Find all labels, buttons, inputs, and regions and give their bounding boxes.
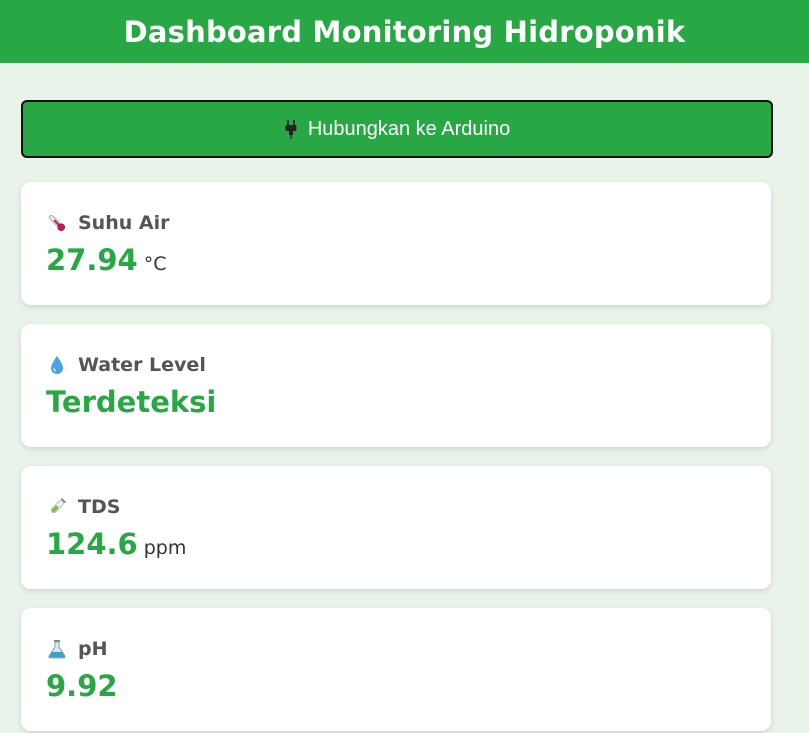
card-title: Water Level [46, 351, 746, 379]
water-drop-icon [46, 354, 68, 376]
card-suhu-air: Suhu Air 27.94 °C [21, 182, 771, 305]
card-tds: TDS 124.6 ppm [21, 466, 771, 589]
card-value-row: 27.94 °C [46, 243, 746, 277]
card-label: pH [78, 638, 108, 660]
suhu-unit: °C [143, 253, 167, 275]
card-label: TDS [78, 496, 121, 518]
card-value-row: 9.92 [46, 669, 746, 703]
card-value-row: Terdeteksi [46, 385, 746, 419]
ph-value: 9.92 [46, 669, 118, 703]
card-title: pH [46, 635, 746, 663]
card-value-row: 124.6 ppm [46, 527, 746, 561]
flask-icon [46, 638, 68, 660]
plug-icon [284, 119, 298, 139]
card-ph: pH 9.92 [21, 608, 771, 731]
test-tube-icon [46, 496, 68, 518]
suhu-value: 27.94 [46, 243, 138, 277]
card-title: Suhu Air [46, 209, 746, 237]
card-label: Suhu Air [78, 212, 170, 234]
water-level-value: Terdeteksi [46, 385, 217, 419]
tds-value: 124.6 [46, 527, 138, 561]
card-label: Water Level [78, 354, 206, 376]
tds-unit: ppm [143, 537, 187, 559]
page-title: Dashboard Monitoring Hidroponik [123, 14, 686, 49]
card-water-level: Water Level Terdeteksi [21, 324, 771, 447]
card-title: TDS [46, 493, 746, 521]
connect-arduino-label: Hubungkan ke Arduino [307, 117, 511, 140]
main-content: Hubungkan ke Arduino Suhu Air 27.94 °C W… [0, 63, 809, 731]
connect-arduino-button[interactable]: Hubungkan ke Arduino [21, 100, 773, 158]
app-header: Dashboard Monitoring Hidroponik [0, 0, 809, 63]
thermometer-icon [46, 212, 68, 234]
